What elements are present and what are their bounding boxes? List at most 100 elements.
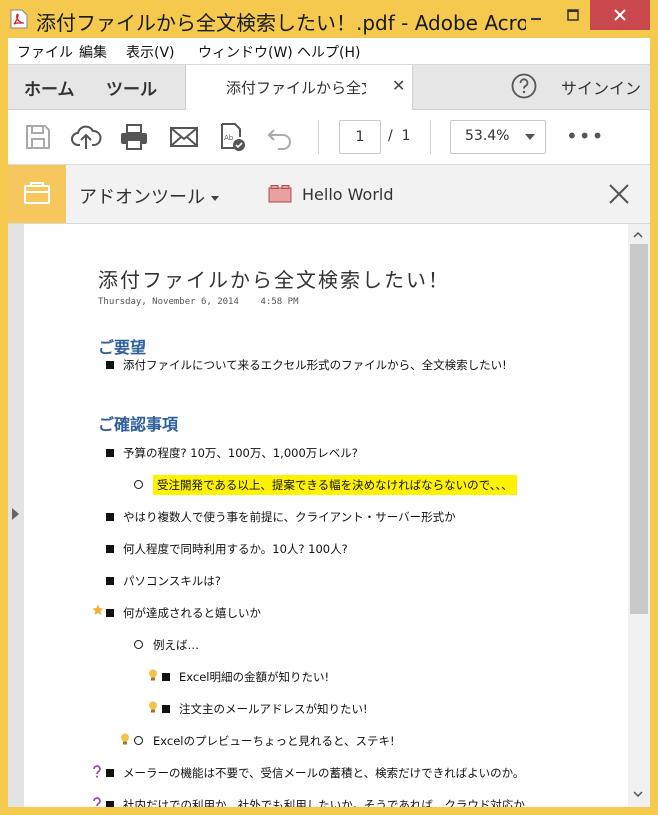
svg-text:Ab: Ab xyxy=(224,134,234,142)
lightbulb-icon xyxy=(149,701,157,713)
lightbulb-icon xyxy=(121,733,129,745)
addon-tools-label: アドオンツール xyxy=(79,187,205,208)
bullet-square xyxy=(106,361,114,369)
vertical-scrollbar[interactable] xyxy=(628,224,650,807)
minimize-icon xyxy=(531,18,541,20)
list-item-text: 予算の程度? 10万、100万、1,000万レベル? xyxy=(123,446,358,460)
bullet-square xyxy=(106,449,114,457)
bullet-circle xyxy=(134,480,143,489)
expand-right-icon xyxy=(12,508,19,520)
save-icon[interactable] xyxy=(22,121,54,153)
scrollbar-thumb[interactable] xyxy=(630,244,648,614)
page-count: / 1 xyxy=(388,128,411,144)
page-separator: / xyxy=(388,128,393,144)
toolbar-separator xyxy=(318,120,319,154)
question-icon xyxy=(93,765,101,778)
highlighted-text: 受注開発である以上、提案できる幅を決めなければならないので、、、 xyxy=(153,475,517,495)
close-tab-button[interactable]: ✕ xyxy=(392,76,405,95)
toolbar: Ab 1 / 1 53.4% ••• xyxy=(8,110,650,165)
list-item: 注文主のメールアドレスが知りたい! xyxy=(162,701,368,717)
hello-world-button[interactable]: Hello World xyxy=(302,185,394,204)
help-icon[interactable] xyxy=(511,73,537,99)
mail-icon[interactable] xyxy=(168,121,200,153)
list-item: 予算の程度? 10万、100万、1,000万レベル? xyxy=(106,445,358,461)
close-icon[interactable] xyxy=(606,181,632,207)
addon-tools-dropdown[interactable]: アドオンツール xyxy=(79,183,219,209)
list-item: Excel明細の金額が知りたい! xyxy=(162,669,329,685)
scroll-down-icon[interactable] xyxy=(633,791,643,797)
zoom-value: 53.4% xyxy=(465,128,510,144)
title-bar[interactable]: 添付ファイルから全文検索したい！.pdf - Adobe Acrobat ... xyxy=(0,0,658,38)
page-date: Thursday, November 6, 2014 4:58 PM xyxy=(98,297,299,307)
page-number-input[interactable]: 1 xyxy=(339,120,381,154)
addon-toolbar: アドオンツール Hello World xyxy=(8,165,650,224)
list-item: 例えば… xyxy=(134,637,199,653)
bullet-square xyxy=(106,609,114,617)
section-heading: ご要望 xyxy=(98,338,147,357)
bullet-square xyxy=(106,513,114,521)
maximize-button[interactable] xyxy=(551,0,595,30)
list-item: パソコンスキルは? xyxy=(106,573,221,589)
tab-bar: ホーム ツール 添付ファイルから全文... ✕ サインイン xyxy=(8,65,650,110)
maximize-icon xyxy=(567,9,579,21)
list-item-text: 社内だけでの利用か、社外でも利用したいか。そうであれば、クラウド対応か xyxy=(123,798,525,807)
bullet-square xyxy=(106,577,114,585)
bullet-circle xyxy=(134,736,143,745)
upload-cloud-icon[interactable] xyxy=(70,121,102,153)
star-icon xyxy=(92,604,104,615)
caret-down-icon xyxy=(211,195,219,201)
list-item-text: パソコンスキルは? xyxy=(123,574,221,588)
plugin-icon[interactable] xyxy=(268,185,292,203)
addon-tools-toggle[interactable] xyxy=(8,165,66,223)
briefcase-icon xyxy=(24,182,50,204)
bullet-square xyxy=(162,673,170,681)
page-total: 1 xyxy=(401,128,411,144)
menu-edit[interactable]: 編集 xyxy=(79,42,107,62)
pdf-file-icon xyxy=(10,9,28,29)
left-panel-toggle[interactable] xyxy=(8,224,24,807)
more-options-button[interactable]: ••• xyxy=(566,124,604,148)
list-item: やはり複数人で使う事を前提に、クライアント・サーバー形式か xyxy=(106,509,456,525)
list-item: 受注開発である以上、提案できる幅を決めなければならないので、、、 xyxy=(134,475,517,495)
tab-tools[interactable]: ツール xyxy=(106,75,157,100)
menu-view[interactable]: 表示(V) xyxy=(126,42,175,62)
close-icon xyxy=(614,9,626,21)
bullet-square xyxy=(162,705,170,713)
signin-button[interactable]: サインイン xyxy=(561,75,641,99)
list-item-text: 例えば… xyxy=(153,638,199,652)
list-item: 社内だけでの利用か、社外でも利用したいか。そうであれば、クラウド対応か xyxy=(106,797,525,807)
undo-icon[interactable] xyxy=(264,121,296,153)
tab-document[interactable]: 添付ファイルから全文... ✕ xyxy=(185,65,413,110)
spell-check-icon[interactable]: Ab xyxy=(216,121,248,153)
bullet-square xyxy=(106,769,114,777)
lightbulb-icon xyxy=(149,669,157,681)
chevron-down-icon xyxy=(525,134,535,140)
menu-window[interactable]: ウィンドウ(W) xyxy=(198,42,293,62)
list-item-text: やはり複数人で使う事を前提に、クライアント・サーバー形式か xyxy=(123,510,456,524)
list-item-text: Excel明細の金額が知りたい! xyxy=(179,670,330,684)
list-item-text: Excelのプレビューちょっと見れると、ステキ! xyxy=(153,734,395,748)
menu-file[interactable]: ファイル xyxy=(17,42,73,62)
list-item-text: 何人程度で同時利用するか。10人? 100人? xyxy=(123,542,348,556)
print-icon[interactable] xyxy=(118,121,150,153)
close-window-button[interactable] xyxy=(590,0,650,30)
toolbar-separator xyxy=(430,120,431,154)
question-icon xyxy=(93,797,101,807)
bullet-square xyxy=(106,545,114,553)
section-heading: ご確認事項 xyxy=(98,415,179,434)
window-title: 添付ファイルから全文検索したい！.pdf - Adobe Acrobat ... xyxy=(36,11,526,35)
list-item-text: メーラーの機能は不要で、受信メールの蓄積と、検索だけできればよいのか。 xyxy=(123,766,525,780)
list-item: 何が達成されると嬉しいか xyxy=(106,605,261,621)
list-item: Excelのプレビューちょっと見れると、ステキ! xyxy=(134,733,395,749)
scroll-up-icon[interactable] xyxy=(633,232,643,238)
menu-help[interactable]: ヘルプ(H) xyxy=(297,42,360,62)
list-item-text: 注文主のメールアドレスが知りたい! xyxy=(179,702,368,716)
zoom-select[interactable]: 53.4% xyxy=(450,120,546,154)
tab-home[interactable]: ホーム xyxy=(24,75,75,100)
list-item: メーラーの機能は不要で、受信メールの蓄積と、検索だけできればよいのか。 xyxy=(106,765,524,781)
pdf-page: 添付ファイルから全文検索したい！ Thursday, November 6, 2… xyxy=(24,224,628,807)
list-item-text: 何が達成されると嬉しいか xyxy=(123,606,261,620)
list-item: 何人程度で同時利用するか。10人? 100人? xyxy=(106,541,348,557)
document-tab-label: 添付ファイルから全文... xyxy=(226,79,366,97)
bullet-square xyxy=(106,801,114,807)
